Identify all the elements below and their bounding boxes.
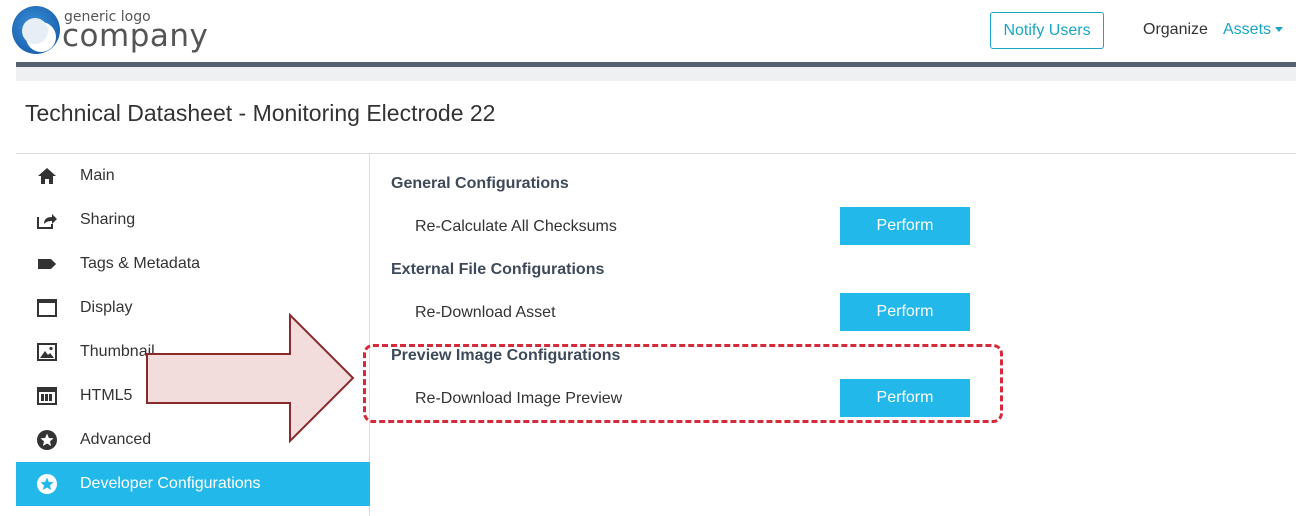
sidebar-item-label: Tags & Metadata bbox=[80, 255, 201, 272]
share-icon bbox=[37, 214, 57, 229]
home-icon bbox=[38, 168, 56, 184]
row-label-recalculate-checksums: Re-Calculate All Checksums bbox=[415, 218, 617, 235]
sidebar-item-label: Sharing bbox=[80, 211, 136, 228]
caret-down-icon bbox=[1275, 27, 1284, 33]
image-icon bbox=[37, 343, 57, 361]
sidebar: Main Sharing Tags & Metadata Display Thu… bbox=[16, 154, 370, 516]
sidebar-item-main[interactable]: Main bbox=[16, 154, 370, 198]
developer-configurations-panel: General Configurations Re-Calculate All … bbox=[371, 154, 1296, 516]
sidebar-item-html5[interactable]: HTML5 bbox=[16, 374, 370, 418]
section-title-general: General Configurations bbox=[391, 175, 569, 192]
section-title-external-file: External File Configurations bbox=[391, 261, 605, 278]
html5-icon bbox=[37, 387, 57, 405]
sidebar-item-developer-configurations[interactable]: Developer Configurations bbox=[16, 462, 370, 506]
display-icon bbox=[37, 299, 57, 317]
sidebar-item-advanced[interactable]: Advanced bbox=[16, 418, 370, 462]
logo-big-text: company bbox=[62, 18, 209, 54]
perform-recalculate-checksums-button[interactable]: Perform bbox=[840, 207, 970, 245]
perform-redownload-image-preview-button[interactable]: Perform bbox=[840, 379, 970, 417]
nav-assets-dropdown[interactable]: Assets bbox=[1223, 21, 1284, 39]
sidebar-item-thumbnail[interactable]: Thumbnail bbox=[16, 330, 370, 374]
top-header: generic logo company Notify Users Organi… bbox=[0, 0, 1296, 62]
perform-redownload-asset-button[interactable]: Perform bbox=[840, 293, 970, 331]
sidebar-item-label: Advanced bbox=[80, 431, 152, 448]
sidebar-item-label: Thumbnail bbox=[80, 343, 155, 360]
company-logo[interactable]: generic logo company bbox=[10, 4, 210, 60]
left-gutter bbox=[0, 62, 16, 516]
logo-mark-icon bbox=[12, 6, 60, 54]
page-title: Technical Datasheet - Monitoring Electro… bbox=[25, 100, 496, 126]
sidebar-item-label: Display bbox=[80, 299, 133, 316]
star-circle-icon bbox=[37, 474, 57, 494]
sidebar-item-sharing[interactable]: Sharing bbox=[16, 198, 370, 242]
title-area: Technical Datasheet - Monitoring Electro… bbox=[16, 81, 1296, 154]
tag-icon bbox=[38, 259, 56, 269]
notify-users-button[interactable]: Notify Users bbox=[990, 12, 1104, 49]
sidebar-item-label: Main bbox=[80, 167, 115, 184]
nav-assets-label: Assets bbox=[1223, 21, 1272, 38]
nav-organize[interactable]: Organize bbox=[1143, 21, 1208, 39]
section-title-preview-image: Preview Image Configurations bbox=[391, 347, 621, 364]
star-circle-icon bbox=[37, 430, 57, 450]
row-label-redownload-image-preview: Re-Download Image Preview bbox=[415, 390, 623, 407]
sidebar-item-display[interactable]: Display bbox=[16, 286, 370, 330]
row-label-redownload-asset: Re-Download Asset bbox=[415, 304, 556, 321]
header-band bbox=[16, 67, 1296, 81]
sidebar-item-tags-metadata[interactable]: Tags & Metadata bbox=[16, 242, 370, 286]
sidebar-item-label: Developer Configurations bbox=[80, 475, 261, 492]
sidebar-item-label: HTML5 bbox=[80, 387, 133, 404]
